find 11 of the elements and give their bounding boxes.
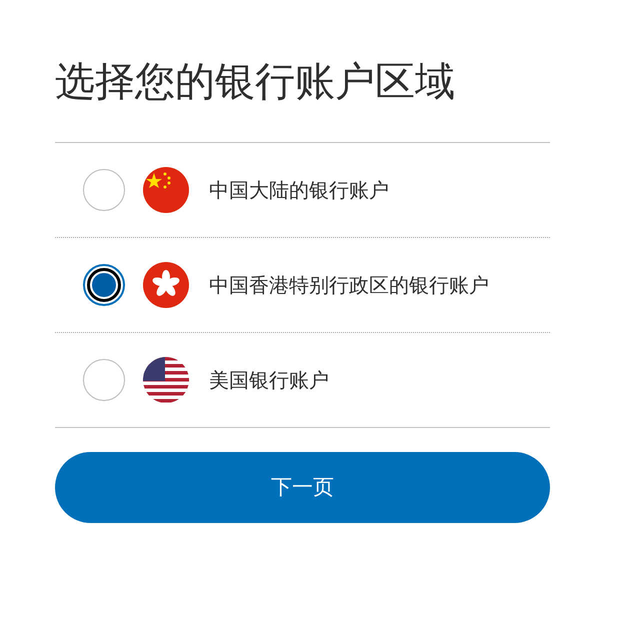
option-label: 中国大陆的银行账户 (209, 177, 389, 204)
next-button[interactable]: 下一页 (55, 452, 550, 523)
page-title: 选择您的银行账户区域 (55, 52, 550, 143)
flag-icon (143, 357, 189, 403)
radio-button[interactable] (83, 169, 125, 211)
flag-icon (143, 167, 189, 213)
radio-button[interactable] (83, 264, 125, 306)
radio-button[interactable] (83, 359, 125, 401)
option-label: 美国银行账户 (209, 367, 329, 394)
option-label: 中国香港特别行政区的银行账户 (209, 272, 489, 299)
flag-icon (143, 262, 189, 308)
